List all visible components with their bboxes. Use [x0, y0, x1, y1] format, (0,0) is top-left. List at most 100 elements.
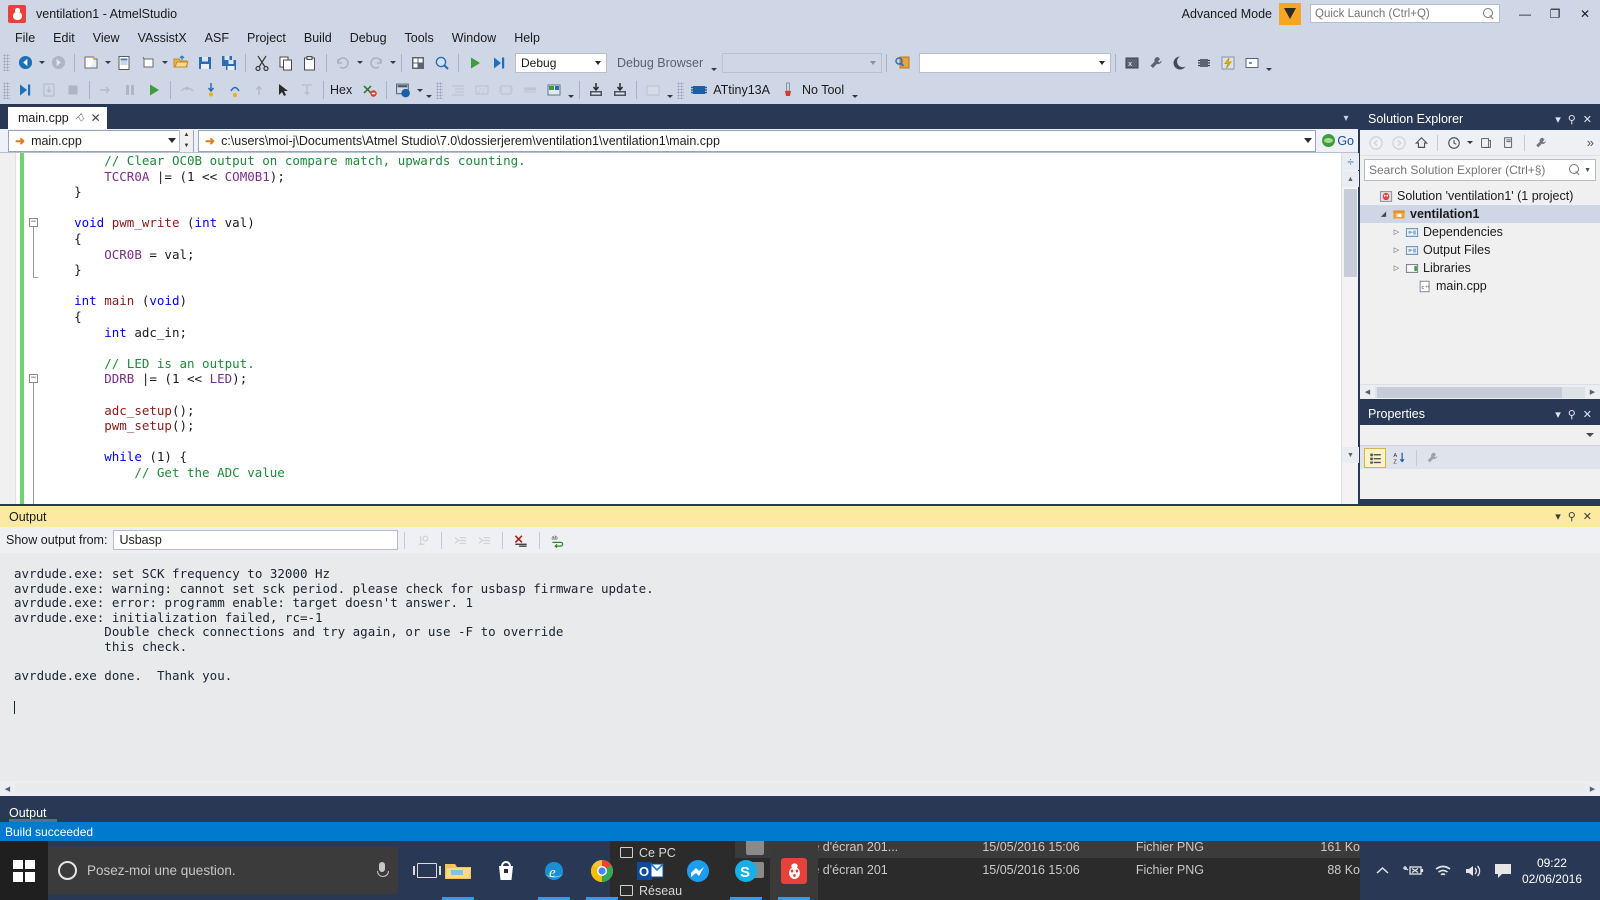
- debug-browser-dropdown-icon[interactable]: [709, 52, 718, 74]
- break-all-icon[interactable]: [38, 79, 60, 101]
- device-selection-icon[interactable]: [1193, 52, 1215, 74]
- tree-expander-icon[interactable]: ◢: [1377, 210, 1390, 218]
- editor-folding-margin[interactable]: − −: [28, 153, 42, 504]
- device-label[interactable]: ATtiny13A: [711, 83, 776, 97]
- debug-browser-target-combo[interactable]: [722, 52, 883, 73]
- solution-explorer-hscrollbar[interactable]: ◀ ▶: [1360, 384, 1600, 399]
- clear-all-icon[interactable]: [510, 530, 532, 551]
- stop-debugging-icon[interactable]: [62, 79, 84, 101]
- step-over-icon[interactable]: [95, 79, 117, 101]
- tree-item-output-files[interactable]: ▷ Output Files: [1360, 241, 1600, 259]
- hex-label[interactable]: Hex: [328, 83, 358, 97]
- continue-icon[interactable]: [143, 79, 165, 101]
- nav-path-combo[interactable]: ➜ c:\users\moi-j\Documents\Atmel Studio\…: [198, 129, 1317, 152]
- panel-menu-icon[interactable]: ▾: [1555, 113, 1561, 126]
- scroll-left-arrow[interactable]: ◀: [1360, 386, 1375, 399]
- chevron-down-icon[interactable]: [1301, 138, 1315, 143]
- se-properties-icon[interactable]: [1530, 132, 1551, 153]
- start-without-debugging-icon[interactable]: [488, 52, 510, 74]
- taskbar-google-chrome[interactable]: [578, 841, 626, 900]
- taskbar-file-explorer[interactable]: [434, 841, 482, 900]
- new-breakpoint-icon[interactable]: [392, 79, 414, 101]
- taskbar-skype[interactable]: S: [722, 841, 770, 900]
- tab-main-cpp[interactable]: main.cpp ⚐ ✕: [8, 107, 107, 129]
- paste-icon[interactable]: [299, 52, 321, 74]
- fold-toggle-pwm-write[interactable]: −: [29, 218, 38, 227]
- solution-explorer-search-input[interactable]: [1369, 163, 1570, 177]
- chevron-down-icon[interactable]: [165, 138, 179, 143]
- device-toolbar-overflow-icon[interactable]: [850, 79, 859, 101]
- tree-item-libraries[interactable]: ▷ Libraries: [1360, 259, 1600, 277]
- pin-icon[interactable]: ⚲: [1568, 510, 1576, 523]
- toolbar-overflow-icon[interactable]: [1264, 52, 1273, 74]
- run-to-cursor-icon[interactable]: [296, 79, 318, 101]
- solution-configuration-combo[interactable]: Debug: [515, 52, 607, 73]
- go-to-next-message-icon[interactable]: [473, 530, 495, 551]
- navigate-backward-icon[interactable]: [14, 52, 36, 74]
- menu-edit[interactable]: Edit: [44, 28, 84, 48]
- step-out-icon[interactable]: [248, 79, 270, 101]
- properties-object-combo[interactable]: [1360, 425, 1600, 445]
- scroll-down-arrow[interactable]: ▼: [1342, 447, 1359, 463]
- pin-icon[interactable]: ⚲: [1568, 113, 1576, 126]
- tree-expander-icon[interactable]: ▷: [1390, 228, 1403, 236]
- maximize-button[interactable]: ❐: [1540, 0, 1570, 27]
- menu-asf[interactable]: ASF: [196, 28, 238, 48]
- close-icon[interactable]: ✕: [1583, 408, 1592, 421]
- nav-scope-combo[interactable]: ➜ main.cpp ▲ ▼: [8, 129, 194, 152]
- se-refresh-icon[interactable]: [1498, 132, 1519, 153]
- se-pending-dropdown[interactable]: [1465, 133, 1474, 153]
- tool-label[interactable]: No Tool: [800, 83, 850, 97]
- taskbar-clock[interactable]: 09:22 02/06/2016: [1518, 855, 1592, 887]
- menu-view[interactable]: View: [84, 28, 129, 48]
- scroll-right-arrow[interactable]: ▶: [1585, 386, 1600, 399]
- mode-flag-icon[interactable]: [1279, 2, 1301, 25]
- save-all-icon[interactable]: [218, 52, 240, 74]
- step-over-2-icon[interactable]: [224, 79, 246, 101]
- volume-icon[interactable]: [1458, 841, 1488, 900]
- new-folder-icon[interactable]: [137, 52, 159, 74]
- comment-icon[interactable]: //: [471, 79, 493, 101]
- se-overflow-icon[interactable]: »: [1587, 135, 1596, 150]
- navigate-backward-dropdown[interactable]: [37, 52, 46, 74]
- go-button[interactable]: Go: [1318, 134, 1358, 148]
- undo-icon[interactable]: [332, 52, 354, 74]
- find-icon[interactable]: [431, 52, 453, 74]
- find-combo[interactable]: [919, 52, 1112, 73]
- tree-expander-icon[interactable]: ▷: [1390, 246, 1403, 254]
- se-back-icon[interactable]: [1365, 132, 1386, 153]
- taskbar-internet-explorer[interactable]: e: [530, 841, 578, 900]
- taskbar-atmel-studio[interactable]: [770, 841, 818, 900]
- new-breakpoint-dropdown[interactable]: [415, 79, 424, 101]
- menu-file[interactable]: File: [6, 28, 44, 48]
- pause-icon[interactable]: [119, 79, 141, 101]
- open-file-icon[interactable]: [170, 52, 192, 74]
- solution-explorer-icon[interactable]: [407, 52, 429, 74]
- property-pages-icon[interactable]: [1421, 448, 1443, 468]
- close-icon[interactable]: ✕: [91, 111, 101, 125]
- io-view-icon[interactable]: [543, 79, 565, 101]
- menu-tools[interactable]: Tools: [396, 28, 443, 48]
- scroll-up-arrow[interactable]: ▲: [1342, 171, 1359, 187]
- menu-vassistx[interactable]: VAssistX: [129, 28, 196, 48]
- processor-view-icon[interactable]: [519, 79, 541, 101]
- disable-breakpoints-icon[interactable]: [359, 79, 381, 101]
- tree-item-solution-ventilation1-1-project[interactable]: Solution 'ventilation1' (1 project): [1360, 187, 1600, 205]
- program-device-2-icon[interactable]: [609, 79, 631, 101]
- save-icon[interactable]: [194, 52, 216, 74]
- output-window-icon[interactable]: [1241, 52, 1263, 74]
- fuse-programming-icon[interactable]: [1217, 52, 1239, 74]
- new-project-icon[interactable]: [80, 52, 102, 74]
- editor-split-handle[interactable]: ÷: [1342, 153, 1359, 170]
- menu-build[interactable]: Build: [295, 28, 341, 48]
- tree-expander-icon[interactable]: ▷: [1390, 264, 1403, 272]
- memory-view-icon[interactable]: [495, 79, 517, 101]
- categorized-view-icon[interactable]: [1364, 447, 1386, 468]
- copy-icon[interactable]: [275, 52, 297, 74]
- se-show-all-files-icon[interactable]: [1475, 132, 1496, 153]
- output-source-combo[interactable]: Usbasp: [113, 530, 399, 550]
- start-button[interactable]: [0, 841, 48, 900]
- device-chip-icon[interactable]: [688, 79, 710, 101]
- menu-project[interactable]: Project: [238, 28, 295, 48]
- editor-vertical-scrollbar[interactable]: ÷ ▲ ▼: [1341, 153, 1359, 504]
